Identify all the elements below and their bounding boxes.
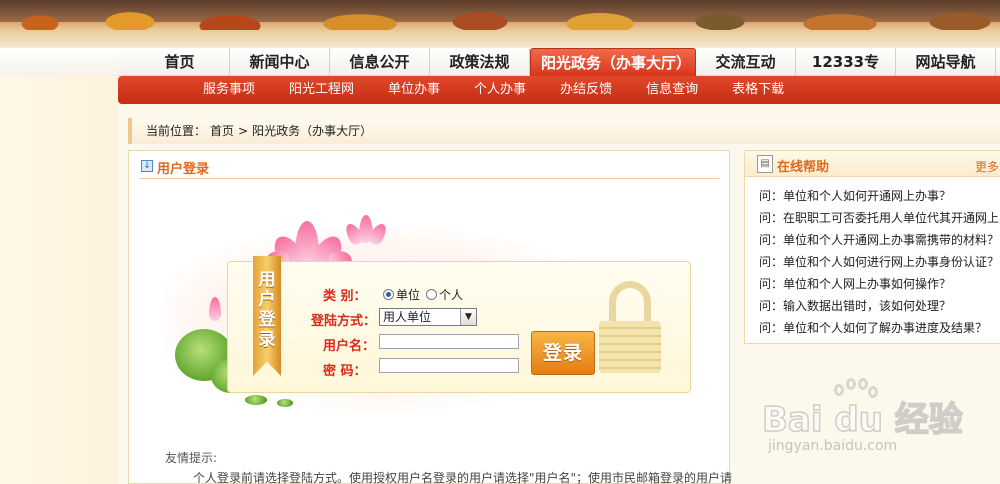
baidu-watermark: Bai du 经验 jingyan.baidu.com (761, 378, 1000, 468)
nav-item-home[interactable]: 首页 (130, 48, 230, 76)
login-button[interactable]: 登录 (531, 331, 595, 375)
radio-personal-label[interactable]: 个人 (439, 288, 463, 302)
sub-nav: 服务事项 阳光工程网 单位办事 个人办事 办结反馈 信息查询 表格下载 (118, 76, 1000, 104)
subnav-item-personal[interactable]: 个人办事 (457, 76, 543, 104)
banner-lake (0, 30, 1000, 48)
tip-title: 友情提示: (165, 451, 218, 465)
nav-item-service-hall[interactable]: 阳光政务（办事大厅） (530, 48, 696, 76)
subnav-item-service[interactable]: 服务事项 (186, 76, 272, 104)
help-question-item[interactable]: 问：单位和个人如何开通网上办事？ (759, 185, 1000, 207)
radio-unit[interactable] (383, 289, 394, 300)
lotus-bud-icon (205, 297, 225, 327)
login-panel-header: ↓ 用户登录 (139, 157, 719, 179)
tip-text: 个人登录前请选择登陆方式。使用授权用户名登录的用户请选择"用户名"；使用市民邮箱… (193, 471, 733, 484)
subnav-item-forms[interactable]: 表格下载 (715, 76, 801, 104)
breadcrumb-home-link[interactable]: 首页 (210, 124, 234, 138)
lotus-leaf-icon (277, 399, 293, 407)
subnav-item-unit[interactable]: 单位办事 (371, 76, 457, 104)
help-question-item[interactable]: 问：单位和个人如何进行网上办事身份认证？ (759, 251, 1000, 273)
help-question-list: 问：单位和个人如何开通网上办事？ 问：在职职工可否委托用人单位代其开通网上办事 … (759, 185, 1000, 339)
lotus-flower-small-icon (341, 215, 391, 251)
nav-item-site-map[interactable]: 网站导航 (896, 48, 996, 76)
nav-item-12333[interactable]: 12333专栏 (796, 48, 896, 99)
nav-item-policy[interactable]: 政策法规 (430, 48, 530, 76)
login-panel-title: 用户登录 (157, 162, 210, 177)
main-nav-left-spacer (0, 48, 118, 76)
breadcrumb: 当前位置： 首页 > 阳光政务（办事大厅） (128, 118, 1000, 144)
nav-item-info-public[interactable]: 信息公开 (330, 48, 430, 76)
header-banner (0, 0, 1000, 48)
radio-unit-label[interactable]: 单位 (396, 288, 420, 302)
nav-item-interaction[interactable]: 交流互动 (696, 48, 796, 76)
help-question-item[interactable]: 问：单位和个人如何了解办事进度及结果？ (759, 317, 1000, 339)
main-nav: 首页 新闻中心 信息公开 政策法规 阳光政务（办事大厅） 交流互动 12333专… (0, 48, 1000, 99)
padlock-icon (599, 281, 661, 373)
username-input[interactable] (379, 334, 519, 349)
radio-personal[interactable] (426, 289, 438, 300)
nav-item-news[interactable]: 新闻中心 (230, 48, 330, 76)
login-ribbon: 用户登录 (253, 256, 281, 376)
password-label: 密 码： (323, 364, 367, 379)
breadcrumb-current: 阳光政务（办事大厅） (252, 124, 373, 138)
breadcrumb-prefix: 当前位置： (146, 124, 207, 138)
subnav-item-feedback[interactable]: 办结反馈 (543, 76, 629, 104)
help-question-item[interactable]: 问：在职职工可否委托用人单位代其开通网上办事 (759, 207, 1000, 229)
login-method-select[interactable]: 用人单位 ▼ (379, 308, 477, 326)
help-question-item[interactable]: 问：输入数据出错时，该如何处理？ (759, 295, 1000, 317)
watermark-main-text: Bai du 经验 (761, 399, 963, 441)
left-decor-column (0, 76, 118, 484)
more-link[interactable]: 更多 (975, 158, 999, 175)
password-input[interactable] (379, 358, 519, 373)
subnav-item-query[interactable]: 信息查询 (629, 76, 715, 104)
help-question-item[interactable]: 问：单位和个人网上办事如何操作？ (759, 273, 1000, 295)
login-method-label: 登陆方式： (311, 314, 377, 329)
help-question-item[interactable]: 问：单位和个人开通网上办事需携带的材料？ (759, 229, 1000, 251)
chevron-down-icon[interactable]: ▼ (460, 309, 476, 325)
document-icon: ▤ (757, 155, 773, 173)
lotus-leaf-icon (245, 395, 267, 405)
help-panel: ▤ 在线帮助 更多 问：单位和个人如何开通网上办事？ 问：在职职工可否委托用人单… (744, 150, 1000, 344)
subnav-item-sunshine[interactable]: 阳光工程网 (272, 76, 371, 104)
watermark-url: jingyan.baidu.com (768, 438, 898, 454)
login-method-value: 用人单位 (383, 310, 432, 324)
type-radio-group: 单位 个人 (383, 286, 469, 303)
username-label: 用户名： (323, 339, 376, 354)
login-panel: ↓ 用户登录 用户登录 类 别： 单位 个人 登陆方式： 用人单位 ▼ 用户名：… (128, 150, 733, 484)
help-panel-header: ▤ 在线帮助 更多 (745, 151, 1000, 177)
breadcrumb-separator: > (238, 124, 249, 138)
help-panel-title: 在线帮助 (777, 160, 830, 175)
type-label: 类 别： (323, 289, 367, 304)
download-arrow-icon: ↓ (141, 160, 153, 172)
